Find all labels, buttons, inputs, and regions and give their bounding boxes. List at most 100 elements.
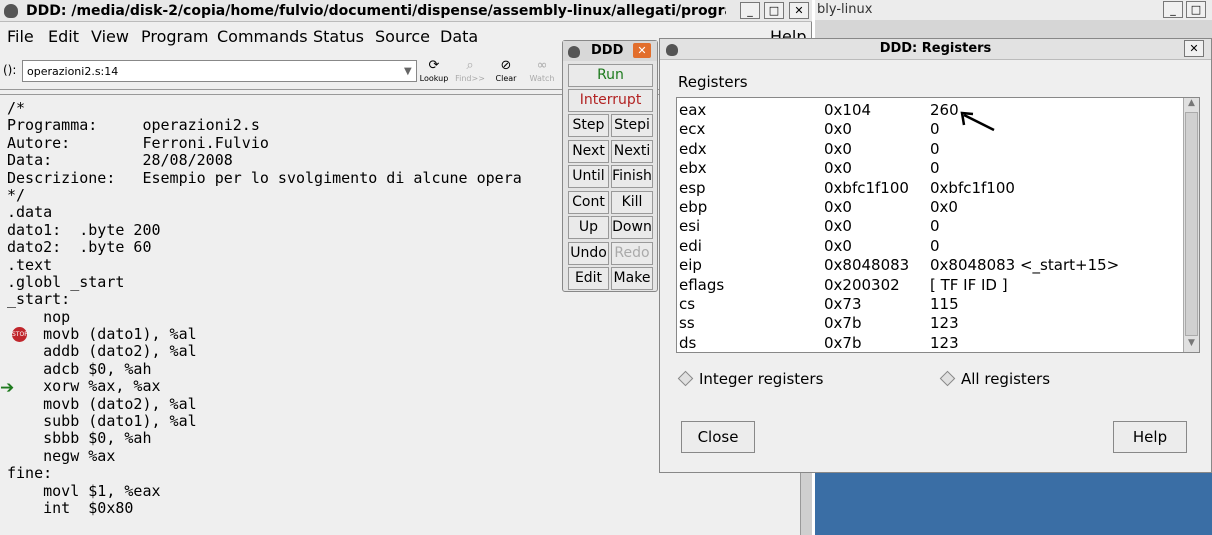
register-row[interactable]: ebx 0x0 0 [679,159,1179,178]
registers-scrollbar[interactable]: ▲ ▼ [1183,98,1199,352]
register-name: ebp [679,198,708,216]
register-hex: 0x0 [824,217,852,236]
ddd-bug-icon [568,44,580,59]
register-row[interactable]: ebp 0x0 0x0 [679,198,1179,217]
kill-button[interactable]: Kill [611,190,653,214]
find-icon: ⌕ [466,58,474,73]
register-value: [ TF IF ID ] [930,275,1008,294]
undo-button[interactable]: Undo [568,241,609,265]
argument-label: (): [3,63,17,77]
register-row[interactable]: eip 0x8048083 0x8048083 <_start+15> [679,256,1179,275]
scroll-up-icon[interactable]: ▲ [1185,98,1198,111]
dropdown-arrow-icon[interactable]: ▼ [404,66,412,77]
register-name: ds [679,333,697,352]
integer-registers-radio[interactable]: Integer registers [677,370,823,388]
register-row[interactable]: eax 0x104 260 [679,101,1179,120]
menu-commands[interactable]: Commands [217,27,308,46]
register-row[interactable]: ds 0x7b 123 [679,333,1179,352]
register-row[interactable]: ss 0x7b 123 [679,314,1179,333]
interrupt-button[interactable]: Interrupt [568,89,653,112]
register-name: edx [679,139,707,158]
lookup-label: Lookup [419,74,449,83]
register-value: 0 [930,120,940,139]
register-value: 0 [930,159,940,178]
find-label: Find>> [455,74,485,83]
finish-button[interactable]: Finish [611,165,653,188]
register-row[interactable]: ecx 0x0 0 [679,120,1179,139]
register-hex: 0x7b [824,314,862,333]
register-hex: 0xbfc1f100 [824,178,909,197]
register-hex: 0x0 [824,159,852,178]
register-value: 0 [930,217,940,236]
command-tool-window: DDD ✕ Run Interrupt Step Stepi Next Nexti Un… [562,40,658,292]
execution-arrow-icon: ➔ [0,378,15,398]
minimize-button[interactable]: _ [740,2,760,19]
register-row[interactable]: cs 0x73 115 [679,295,1179,314]
register-row[interactable]: esp 0xbfc1f100 0xbfc1f100 [679,179,1179,198]
clear-label: Clear [495,74,517,83]
argument-input[interactable]: operazioni2.s:14 [22,60,417,82]
register-value: 260 [930,101,959,119]
register-name: edi [679,236,702,255]
edit-button[interactable]: Edit [568,267,609,290]
register-name: esi [679,217,701,236]
menu-file[interactable]: File [7,27,34,46]
next-button[interactable]: Next [568,139,609,163]
register-hex: 0x0 [824,120,852,139]
register-value: 0x0 [930,198,958,216]
run-button[interactable]: Run [568,64,653,87]
until-button[interactable]: Until [568,165,609,188]
menu-data[interactable]: Data [440,27,478,46]
lookup-button[interactable]: ⟳ Lookup [417,58,451,88]
nexti-button[interactable]: Nexti [611,139,653,163]
menu-status[interactable]: Status [313,27,364,46]
maximize-button[interactable]: □ [764,2,784,19]
up-button[interactable]: Up [568,216,609,239]
radio-diamond-icon [677,370,694,387]
register-name: eflags [679,275,725,294]
register-value: 0 [930,236,940,255]
clear-button[interactable]: ⊘ Clear [489,58,523,88]
scroll-thumb[interactable] [1185,112,1198,336]
menu-program[interactable]: Program [141,27,209,46]
breakpoint-stop-icon[interactable]: STOP [12,327,28,342]
registers-dialog: DDD: Registers ✕ Registers ▲ ▼ eax 0x104 2… [659,38,1212,473]
registers-list[interactable]: ▲ ▼ eax 0x104 260 ecx 0x0 0 edx 0x0 0 ebx 0x0 0 esp 0… [676,97,1200,353]
register-row[interactable]: eflags 0x200302 [ TF IF ID ] [679,276,1179,295]
cont-button[interactable]: Cont [568,190,609,214]
register-hex: 0x200302 [824,275,900,294]
register-name: ecx [679,120,706,139]
close-button[interactable]: Close [681,421,755,453]
register-row[interactable]: edx 0x0 0 [679,140,1179,159]
ddd-bug-icon [4,3,18,19]
register-value: 123 [930,333,959,352]
registers-title: DDD: Registers [879,41,992,56]
all-registers-radio[interactable]: All registers [939,370,1050,388]
stepi-button[interactable]: Stepi [611,114,653,137]
down-button[interactable]: Down [611,216,653,239]
find-button[interactable]: ⌕ Find>> [453,58,487,88]
register-name: eip [679,256,702,275]
register-row[interactable]: esi 0x0 0 [679,217,1179,236]
menu-view[interactable]: View [91,27,129,46]
menu-source[interactable]: Source [375,27,430,46]
watch-button[interactable]: ∞ Watch [525,58,559,88]
registers-titlebar: DDD: Registers ✕ [660,39,1211,60]
register-name: ebx [679,159,707,178]
step-button[interactable]: Step [568,114,609,137]
register-row[interactable]: edi 0x0 0 [679,237,1179,256]
watch-label: Watch [529,74,555,83]
menu-edit[interactable]: Edit [48,27,79,46]
help-button[interactable]: Help [1113,421,1187,453]
make-button[interactable]: Make [611,267,653,290]
close-button[interactable]: ✕ [1184,40,1204,57]
minimize-button[interactable]: _ [1163,1,1183,18]
scroll-down-icon[interactable]: ▼ [1185,338,1198,351]
close-icon[interactable]: ✕ [633,43,651,58]
watch-icon: ∞ [536,58,548,73]
close-button[interactable]: ✕ [789,2,809,19]
redo-button[interactable]: Redo [611,241,653,265]
lookup-icon: ⟳ [428,58,440,73]
maximize-button[interactable]: □ [1186,1,1206,18]
register-hex: 0x0 [824,139,852,158]
